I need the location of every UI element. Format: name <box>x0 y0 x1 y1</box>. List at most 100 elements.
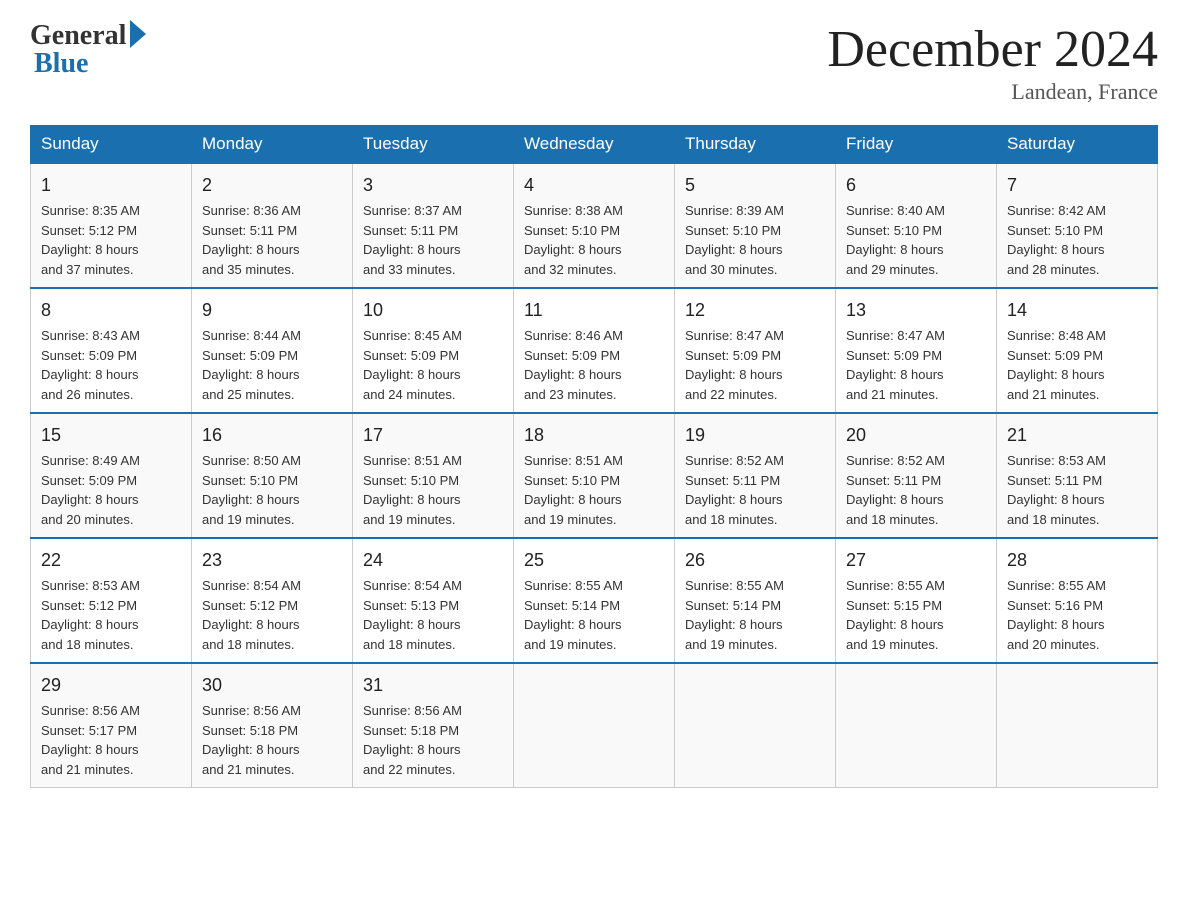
day-info: Sunrise: 8:55 AMSunset: 5:14 PMDaylight:… <box>685 576 825 654</box>
page-header: General Blue December 2024 Landean, Fran… <box>30 20 1158 105</box>
day-number: 17 <box>363 422 503 449</box>
day-number: 18 <box>524 422 664 449</box>
calendar-cell: 21Sunrise: 8:53 AMSunset: 5:11 PMDayligh… <box>997 413 1158 538</box>
day-info: Sunrise: 8:51 AMSunset: 5:10 PMDaylight:… <box>524 451 664 529</box>
header-saturday: Saturday <box>997 126 1158 164</box>
day-number: 3 <box>363 172 503 199</box>
calendar-cell: 24Sunrise: 8:54 AMSunset: 5:13 PMDayligh… <box>353 538 514 663</box>
header-friday: Friday <box>836 126 997 164</box>
calendar-cell: 29Sunrise: 8:56 AMSunset: 5:17 PMDayligh… <box>31 663 192 788</box>
day-number: 13 <box>846 297 986 324</box>
day-number: 19 <box>685 422 825 449</box>
calendar-cell: 10Sunrise: 8:45 AMSunset: 5:09 PMDayligh… <box>353 288 514 413</box>
calendar-cell: 15Sunrise: 8:49 AMSunset: 5:09 PMDayligh… <box>31 413 192 538</box>
calendar-week-row: 1Sunrise: 8:35 AMSunset: 5:12 PMDaylight… <box>31 163 1158 288</box>
calendar-cell: 19Sunrise: 8:52 AMSunset: 5:11 PMDayligh… <box>675 413 836 538</box>
day-info: Sunrise: 8:49 AMSunset: 5:09 PMDaylight:… <box>41 451 181 529</box>
day-number: 26 <box>685 547 825 574</box>
day-info: Sunrise: 8:55 AMSunset: 5:16 PMDaylight:… <box>1007 576 1147 654</box>
day-info: Sunrise: 8:56 AMSunset: 5:17 PMDaylight:… <box>41 701 181 779</box>
header-monday: Monday <box>192 126 353 164</box>
day-number: 21 <box>1007 422 1147 449</box>
day-info: Sunrise: 8:47 AMSunset: 5:09 PMDaylight:… <box>846 326 986 404</box>
day-info: Sunrise: 8:37 AMSunset: 5:11 PMDaylight:… <box>363 201 503 279</box>
day-info: Sunrise: 8:53 AMSunset: 5:11 PMDaylight:… <box>1007 451 1147 529</box>
day-info: Sunrise: 8:55 AMSunset: 5:15 PMDaylight:… <box>846 576 986 654</box>
day-number: 16 <box>202 422 342 449</box>
day-number: 20 <box>846 422 986 449</box>
calendar-cell: 20Sunrise: 8:52 AMSunset: 5:11 PMDayligh… <box>836 413 997 538</box>
day-info: Sunrise: 8:54 AMSunset: 5:13 PMDaylight:… <box>363 576 503 654</box>
calendar-cell: 30Sunrise: 8:56 AMSunset: 5:18 PMDayligh… <box>192 663 353 788</box>
header-tuesday: Tuesday <box>353 126 514 164</box>
calendar-week-row: 8Sunrise: 8:43 AMSunset: 5:09 PMDaylight… <box>31 288 1158 413</box>
header-thursday: Thursday <box>675 126 836 164</box>
day-info: Sunrise: 8:47 AMSunset: 5:09 PMDaylight:… <box>685 326 825 404</box>
day-number: 1 <box>41 172 181 199</box>
calendar-cell: 28Sunrise: 8:55 AMSunset: 5:16 PMDayligh… <box>997 538 1158 663</box>
day-number: 11 <box>524 297 664 324</box>
calendar-cell: 18Sunrise: 8:51 AMSunset: 5:10 PMDayligh… <box>514 413 675 538</box>
day-number: 22 <box>41 547 181 574</box>
calendar-cell: 16Sunrise: 8:50 AMSunset: 5:10 PMDayligh… <box>192 413 353 538</box>
day-number: 30 <box>202 672 342 699</box>
calendar-cell: 8Sunrise: 8:43 AMSunset: 5:09 PMDaylight… <box>31 288 192 413</box>
day-info: Sunrise: 8:42 AMSunset: 5:10 PMDaylight:… <box>1007 201 1147 279</box>
header-sunday: Sunday <box>31 126 192 164</box>
day-number: 12 <box>685 297 825 324</box>
day-number: 5 <box>685 172 825 199</box>
day-number: 7 <box>1007 172 1147 199</box>
header-wednesday: Wednesday <box>514 126 675 164</box>
day-info: Sunrise: 8:54 AMSunset: 5:12 PMDaylight:… <box>202 576 342 654</box>
calendar-header-row: SundayMondayTuesdayWednesdayThursdayFrid… <box>31 126 1158 164</box>
day-number: 4 <box>524 172 664 199</box>
day-info: Sunrise: 8:44 AMSunset: 5:09 PMDaylight:… <box>202 326 342 404</box>
calendar-cell: 2Sunrise: 8:36 AMSunset: 5:11 PMDaylight… <box>192 163 353 288</box>
logo: General Blue <box>30 20 146 80</box>
calendar-cell: 5Sunrise: 8:39 AMSunset: 5:10 PMDaylight… <box>675 163 836 288</box>
day-number: 15 <box>41 422 181 449</box>
day-number: 8 <box>41 297 181 324</box>
day-info: Sunrise: 8:52 AMSunset: 5:11 PMDaylight:… <box>846 451 986 529</box>
calendar-cell: 13Sunrise: 8:47 AMSunset: 5:09 PMDayligh… <box>836 288 997 413</box>
calendar-table: SundayMondayTuesdayWednesdayThursdayFrid… <box>30 125 1158 788</box>
day-info: Sunrise: 8:56 AMSunset: 5:18 PMDaylight:… <box>363 701 503 779</box>
day-info: Sunrise: 8:52 AMSunset: 5:11 PMDaylight:… <box>685 451 825 529</box>
day-number: 27 <box>846 547 986 574</box>
calendar-cell <box>514 663 675 788</box>
calendar-cell <box>836 663 997 788</box>
day-number: 25 <box>524 547 664 574</box>
calendar-cell <box>997 663 1158 788</box>
calendar-cell: 1Sunrise: 8:35 AMSunset: 5:12 PMDaylight… <box>31 163 192 288</box>
calendar-cell: 27Sunrise: 8:55 AMSunset: 5:15 PMDayligh… <box>836 538 997 663</box>
calendar-cell: 31Sunrise: 8:56 AMSunset: 5:18 PMDayligh… <box>353 663 514 788</box>
calendar-cell: 23Sunrise: 8:54 AMSunset: 5:12 PMDayligh… <box>192 538 353 663</box>
day-info: Sunrise: 8:40 AMSunset: 5:10 PMDaylight:… <box>846 201 986 279</box>
calendar-cell: 17Sunrise: 8:51 AMSunset: 5:10 PMDayligh… <box>353 413 514 538</box>
month-title: December 2024 <box>827 20 1158 79</box>
calendar-cell: 3Sunrise: 8:37 AMSunset: 5:11 PMDaylight… <box>353 163 514 288</box>
calendar-cell: 6Sunrise: 8:40 AMSunset: 5:10 PMDaylight… <box>836 163 997 288</box>
day-info: Sunrise: 8:56 AMSunset: 5:18 PMDaylight:… <box>202 701 342 779</box>
calendar-week-row: 29Sunrise: 8:56 AMSunset: 5:17 PMDayligh… <box>31 663 1158 788</box>
day-number: 29 <box>41 672 181 699</box>
calendar-cell: 14Sunrise: 8:48 AMSunset: 5:09 PMDayligh… <box>997 288 1158 413</box>
day-number: 14 <box>1007 297 1147 324</box>
day-number: 10 <box>363 297 503 324</box>
logo-arrow-icon <box>130 20 146 48</box>
day-info: Sunrise: 8:51 AMSunset: 5:10 PMDaylight:… <box>363 451 503 529</box>
day-number: 9 <box>202 297 342 324</box>
day-info: Sunrise: 8:50 AMSunset: 5:10 PMDaylight:… <box>202 451 342 529</box>
calendar-cell: 4Sunrise: 8:38 AMSunset: 5:10 PMDaylight… <box>514 163 675 288</box>
day-info: Sunrise: 8:39 AMSunset: 5:10 PMDaylight:… <box>685 201 825 279</box>
calendar-cell: 9Sunrise: 8:44 AMSunset: 5:09 PMDaylight… <box>192 288 353 413</box>
calendar-cell: 26Sunrise: 8:55 AMSunset: 5:14 PMDayligh… <box>675 538 836 663</box>
day-info: Sunrise: 8:36 AMSunset: 5:11 PMDaylight:… <box>202 201 342 279</box>
title-block: December 2024 Landean, France <box>827 20 1158 105</box>
day-number: 24 <box>363 547 503 574</box>
calendar-cell: 7Sunrise: 8:42 AMSunset: 5:10 PMDaylight… <box>997 163 1158 288</box>
day-number: 31 <box>363 672 503 699</box>
calendar-cell: 11Sunrise: 8:46 AMSunset: 5:09 PMDayligh… <box>514 288 675 413</box>
calendar-cell: 25Sunrise: 8:55 AMSunset: 5:14 PMDayligh… <box>514 538 675 663</box>
calendar-cell <box>675 663 836 788</box>
